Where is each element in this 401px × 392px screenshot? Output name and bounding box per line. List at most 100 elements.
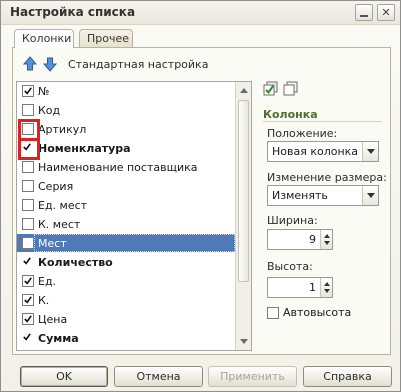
list-item-label: %НДС <box>38 351 76 352</box>
autoheight-checkbox[interactable] <box>267 306 279 319</box>
list-item-label: Цена <box>38 312 68 326</box>
spin-down-icon[interactable] <box>323 289 330 293</box>
list-item[interactable]: %НДС <box>17 348 235 352</box>
checkmark-icon <box>24 296 32 304</box>
column-checkbox[interactable] <box>22 275 34 287</box>
chevron-up-icon <box>239 87 248 93</box>
apply-button[interactable]: Применить <box>208 366 297 387</box>
resize-select[interactable]: Изменять <box>267 185 379 206</box>
list-item-label: № <box>38 84 50 98</box>
list-item[interactable]: Код <box>17 101 235 119</box>
chevron-down-icon <box>239 338 248 344</box>
checkmark-icon <box>24 277 32 285</box>
list-item-label: Ед. <box>38 274 57 288</box>
spin-up-icon[interactable] <box>323 234 330 238</box>
arrow-down-icon[interactable] <box>42 56 58 72</box>
column-checkbox[interactable] <box>22 199 34 211</box>
column-checkbox[interactable] <box>22 256 34 268</box>
position-value: Новая колонка <box>272 145 359 158</box>
tab-columns[interactable]: Колонки <box>14 29 74 48</box>
column-checkbox[interactable] <box>22 85 34 97</box>
spin-up-icon[interactable] <box>323 282 330 286</box>
list-item[interactable]: К. <box>17 291 235 309</box>
column-section-header: Колонка <box>263 108 382 122</box>
column-section-title: Колонка <box>263 108 318 121</box>
check-all-icon[interactable] <box>263 81 279 97</box>
list-item-label: Ед. мест <box>38 198 88 212</box>
list-item-label: Количество <box>38 255 113 269</box>
column-checkbox[interactable] <box>22 294 34 306</box>
checkmark-icon <box>24 87 32 95</box>
ok-button[interactable]: OK <box>20 366 108 387</box>
checkmark-icon <box>23 257 31 265</box>
cancel-button[interactable]: Отмена <box>114 366 203 387</box>
list-item[interactable]: Артикул <box>17 120 235 138</box>
list-item-label: Номенклатура <box>38 141 131 155</box>
title-bar: Настройка списка ✕ <box>1 1 400 25</box>
minimize-button[interactable] <box>355 4 373 21</box>
height-input[interactable]: 1 <box>267 277 333 298</box>
scroll-thumb[interactable] <box>238 100 249 282</box>
list-item[interactable]: Ед. <box>17 272 235 290</box>
tab-other[interactable]: Прочее <box>79 29 133 47</box>
list-item-label: Мест <box>38 236 67 250</box>
column-checkbox[interactable] <box>22 180 34 192</box>
autoheight-row[interactable]: Автовысота <box>267 306 351 319</box>
scroll-down-button[interactable] <box>236 334 251 348</box>
width-spinner[interactable] <box>320 230 332 249</box>
list-item[interactable]: Наименование поставщика <box>17 158 235 176</box>
close-icon: ✕ <box>381 6 391 19</box>
list-item[interactable]: Количество <box>17 253 235 271</box>
resize-value: Изменять <box>272 189 328 202</box>
checkmark-icon <box>23 333 31 341</box>
dialog-window: Настройка списка ✕ Колонки Прочее Станда… <box>0 0 401 392</box>
column-checkbox[interactable] <box>22 104 34 116</box>
help-button[interactable]: Справка <box>303 366 392 387</box>
resize-dropdown-button[interactable] <box>362 186 378 205</box>
width-input[interactable]: 9 <box>267 229 333 250</box>
dropdown-arrow-icon <box>366 149 375 154</box>
minimize-icon <box>360 14 368 17</box>
list-item-label: Наименование поставщика <box>38 160 198 174</box>
list-scrollbar[interactable] <box>235 82 251 350</box>
position-dropdown-button[interactable] <box>362 142 378 161</box>
standard-settings-link[interactable]: Стандартная настройка <box>68 58 208 71</box>
list-item[interactable]: Ед. мест <box>17 196 235 214</box>
arrow-up-icon[interactable] <box>22 56 38 72</box>
list-item-label: К. мест <box>38 217 81 231</box>
list-item-label: К. <box>38 293 50 307</box>
height-label: Высота: <box>267 260 313 273</box>
width-label: Ширина: <box>267 214 318 227</box>
checkmark-icon <box>24 315 32 323</box>
window-title: Настройка списка <box>10 5 136 19</box>
list-item-label: Серия <box>38 179 74 193</box>
autoheight-label: Автовысота <box>283 306 352 319</box>
list-item-label: Сумма <box>38 331 79 345</box>
list-item-label: Артикул <box>38 122 87 136</box>
list-item[interactable]: Цена <box>17 310 235 328</box>
list-item[interactable]: Серия <box>17 177 235 195</box>
scroll-up-button[interactable] <box>236 83 251 97</box>
dropdown-arrow-icon <box>366 193 375 198</box>
columns-list[interactable]: № Код Артикул Номенклатура Наименование пост… <box>16 81 252 351</box>
height-spinner[interactable] <box>320 278 332 297</box>
column-checkbox[interactable] <box>22 237 34 249</box>
position-select[interactable]: Новая колонка <box>267 141 379 162</box>
column-checkbox[interactable] <box>22 332 34 344</box>
highlight-frame-nomenclature <box>18 138 40 160</box>
list-item-label: Код <box>38 103 61 117</box>
column-checkbox[interactable] <box>22 218 34 230</box>
position-label: Положение: <box>267 127 338 140</box>
spin-down-icon[interactable] <box>323 241 330 245</box>
list-item[interactable]: Сумма <box>17 329 235 347</box>
list-item[interactable]: Мест <box>17 234 235 252</box>
height-value: 1 <box>309 281 316 294</box>
resize-label: Изменение размера: <box>267 171 387 184</box>
column-checkbox[interactable] <box>22 313 34 325</box>
column-checkbox[interactable] <box>22 161 34 173</box>
close-button[interactable]: ✕ <box>377 4 395 21</box>
list-item[interactable]: К. мест <box>17 215 235 233</box>
list-item[interactable]: Номенклатура <box>17 139 235 157</box>
uncheck-all-icon[interactable] <box>283 81 299 97</box>
list-item[interactable]: № <box>17 82 235 100</box>
